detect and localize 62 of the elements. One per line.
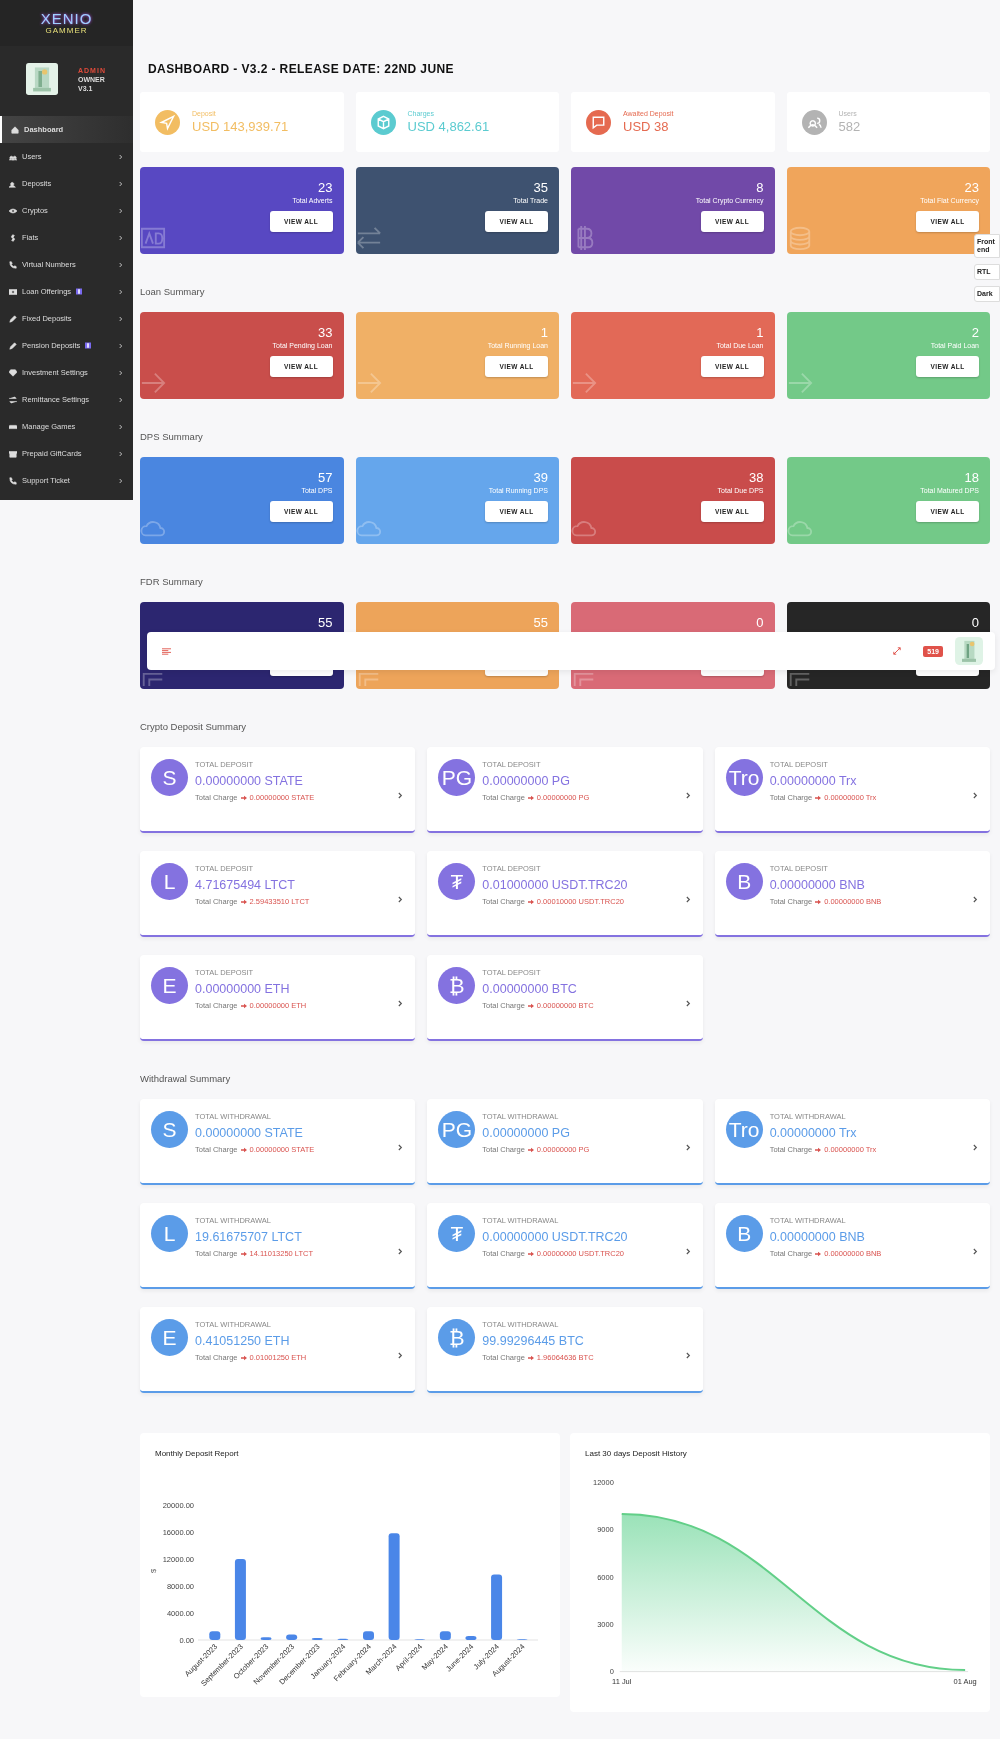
coin-avatar: ₿ (438, 967, 476, 1004)
stat-value: USD 143,939.71 (192, 119, 289, 134)
section-title: Withdrawal Summary (140, 1072, 231, 1086)
card-amount: 0.00000000 ETH (195, 982, 291, 996)
card-amount: 0.00000000 BTC (482, 982, 578, 996)
logo-text: XENIO (40, 11, 93, 26)
coin-avatar: B (725, 1215, 763, 1252)
coin-avatar: PG (438, 1111, 476, 1148)
card-number: 55 (533, 616, 548, 630)
stat-value: USD 38 (623, 119, 670, 134)
card-amount: 0.00000000 PG (482, 774, 571, 788)
card-amount: 0.00000000 BNB (769, 1230, 866, 1244)
coin-avatar: S (151, 1111, 188, 1148)
coin-avatar: L (151, 863, 188, 900)
stat-value: 582 (838, 119, 861, 134)
card-amount: 0.00000000 STATE (195, 774, 304, 788)
coin-avatar: E (151, 1319, 188, 1356)
coin-avatar: Tro (725, 759, 763, 796)
section-title: Crypto Deposit Summary (140, 720, 247, 734)
coin-avatar: E (151, 967, 188, 1004)
card-number: 38 (749, 471, 764, 485)
section-title: Loan Summary (140, 285, 205, 299)
coin-avatar: ₿ (438, 1319, 476, 1356)
card-number: 55 (318, 616, 333, 630)
coin-avatar: ₮ (438, 1215, 476, 1252)
section-title: FDR Summary (140, 575, 203, 589)
card-number: 57 (318, 471, 333, 485)
card-amount: 0.41051250 ETH (195, 1334, 291, 1348)
coin-avatar: ₮ (438, 863, 476, 900)
card-number: 0 (971, 616, 979, 630)
coin-avatar: L (151, 1215, 188, 1252)
card-amount: 0.00000000 USDT.TRC20 (482, 1230, 629, 1244)
card-number: 18 (964, 471, 979, 485)
stat-value: USD 4,862.61 (407, 119, 490, 134)
card-number: 1 (540, 326, 548, 340)
card-amount: 99.99296445 BTC (482, 1334, 585, 1348)
card-number: 8 (756, 181, 764, 195)
card-amount: 19.61675707 LTCT (195, 1230, 303, 1244)
logo-subtext: GAMMER (45, 26, 88, 35)
coin-avatar: B (725, 863, 763, 900)
card-amount: 0.00000000 PG (482, 1126, 571, 1140)
card-number: 33 (318, 326, 333, 340)
card-number: 1 (756, 326, 764, 340)
chart-title: Last 30 days Deposit History (585, 1449, 687, 1458)
card-number: 23 (964, 181, 979, 195)
card-number: 39 (533, 471, 548, 485)
card-number: 23 (318, 181, 333, 195)
page-title: DASHBOARD - V3.2 - RELEASE DATE: 22ND JUNE (148, 62, 455, 76)
card-amount: 0.00000000 Trx (769, 774, 858, 788)
card-number: 2 (971, 326, 979, 340)
card-amount: 0.01000000 USDT.TRC20 (482, 878, 629, 892)
coin-avatar: S (151, 759, 188, 796)
card-amount: 0.00000000 BNB (769, 878, 866, 892)
card-amount: 0.00000000 Trx (769, 1126, 858, 1140)
coin-avatar: Tro (725, 1111, 763, 1148)
coin-avatar: PG (438, 759, 476, 796)
chart-title: Monthly Deposit Report (155, 1449, 239, 1458)
card-amount: 4.71675494 LTCT (195, 878, 296, 892)
card-amount: 0.00000000 STATE (195, 1126, 304, 1140)
section-title: DPS Summary (140, 430, 203, 444)
card-number: 35 (533, 181, 548, 195)
card-number: 0 (756, 616, 764, 630)
